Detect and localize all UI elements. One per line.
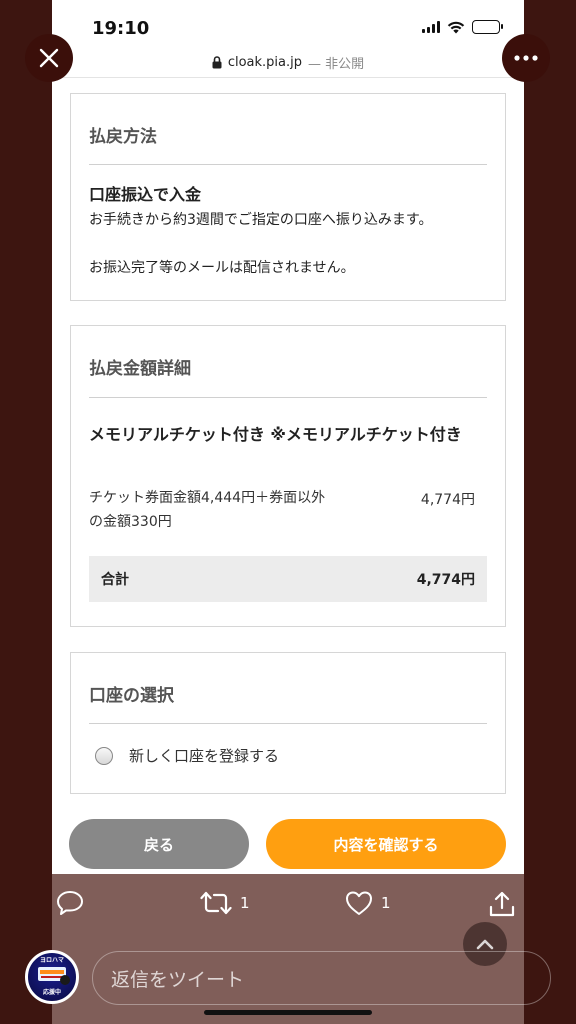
back-button[interactable]: 戻る <box>69 819 249 869</box>
battery-icon <box>472 20 503 34</box>
like-icon <box>346 891 372 915</box>
account-select-title: 口座の選択 <box>89 686 174 706</box>
reply-button[interactable] <box>56 890 84 916</box>
divider <box>89 397 487 398</box>
new-account-label[interactable]: 新しく口座を登録する <box>129 745 279 766</box>
refund-method-line2: お振込完了等のメールは配信されません。 <box>89 260 355 276</box>
share-icon <box>489 891 515 917</box>
like-count: 1 <box>381 894 391 912</box>
new-account-radio[interactable] <box>95 747 113 765</box>
browser-window: 19:10 cloak.pia.jp — 非公開 払戻方法 口座振込で入金 お手… <box>52 0 524 1024</box>
divider <box>89 164 487 165</box>
refund-method-card: 払戻方法 口座振込で入金 お手続きから約3週間でご指定の口座へ振り込みます。 お… <box>70 93 506 301</box>
price-description: チケット券面金額4,444円＋券面以外の金額330円 <box>89 490 326 530</box>
status-icons <box>422 20 503 34</box>
refund-method-line1: お手続きから約3週間でご指定の口座へ振り込みます。 <box>89 212 433 228</box>
share-button[interactable] <box>488 890 516 918</box>
left-frame <box>0 0 52 1024</box>
url-domain: cloak.pia.jp <box>227 55 303 70</box>
confirm-button[interactable]: 内容を確認する <box>266 819 506 869</box>
reply-input[interactable]: 返信をツイート <box>92 951 551 1005</box>
address-bar[interactable]: cloak.pia.jp — 非公開 <box>52 48 524 78</box>
status-bar: 19:10 <box>52 0 524 48</box>
account-select-card: 口座の選択 新しく口座を登録する <box>70 652 506 794</box>
total-row: 合計 4,774円 <box>89 556 487 602</box>
refund-method-subtitle: 口座振込で入金 <box>89 185 202 204</box>
reply-icon <box>57 891 83 915</box>
close-button[interactable] <box>25 34 73 82</box>
refund-method-title: 払戻方法 <box>89 127 157 147</box>
price-value: 4,774円 <box>420 492 475 508</box>
reply-placeholder: 返信をツイート <box>111 968 245 991</box>
lock-icon <box>212 56 222 69</box>
avatar[interactable]: ヨロハマ 応援中 <box>25 950 79 1004</box>
refund-detail-card: 払戻金額詳細 メモリアルチケット付き ※メモリアルチケット付き チケット券面金額… <box>70 325 506 627</box>
wifi-icon <box>447 21 465 33</box>
total-value: 4,774円 <box>416 572 475 588</box>
divider <box>89 723 487 724</box>
home-indicator <box>204 1010 372 1015</box>
retweet-button[interactable]: 1 <box>200 890 250 916</box>
more-icon <box>514 55 538 61</box>
refund-detail-title: 払戻金額詳細 <box>89 359 191 379</box>
ticket-name: メモリアルチケット付き ※メモリアルチケット付き <box>89 425 462 444</box>
retweet-icon <box>200 891 232 915</box>
avatar-top-text: ヨロハマ <box>39 957 64 964</box>
close-icon <box>39 48 59 68</box>
like-button[interactable]: 1 <box>345 890 391 916</box>
avatar-bottom-text: 応援中 <box>42 989 61 996</box>
right-frame <box>524 0 576 1024</box>
status-time: 19:10 <box>92 18 150 39</box>
signal-icon <box>422 21 440 33</box>
url-private-label: — 非公開 <box>308 57 365 72</box>
total-label: 合計 <box>101 572 129 588</box>
retweet-count: 1 <box>240 894 250 912</box>
chevron-up-icon <box>476 939 494 949</box>
more-button[interactable] <box>502 34 550 82</box>
